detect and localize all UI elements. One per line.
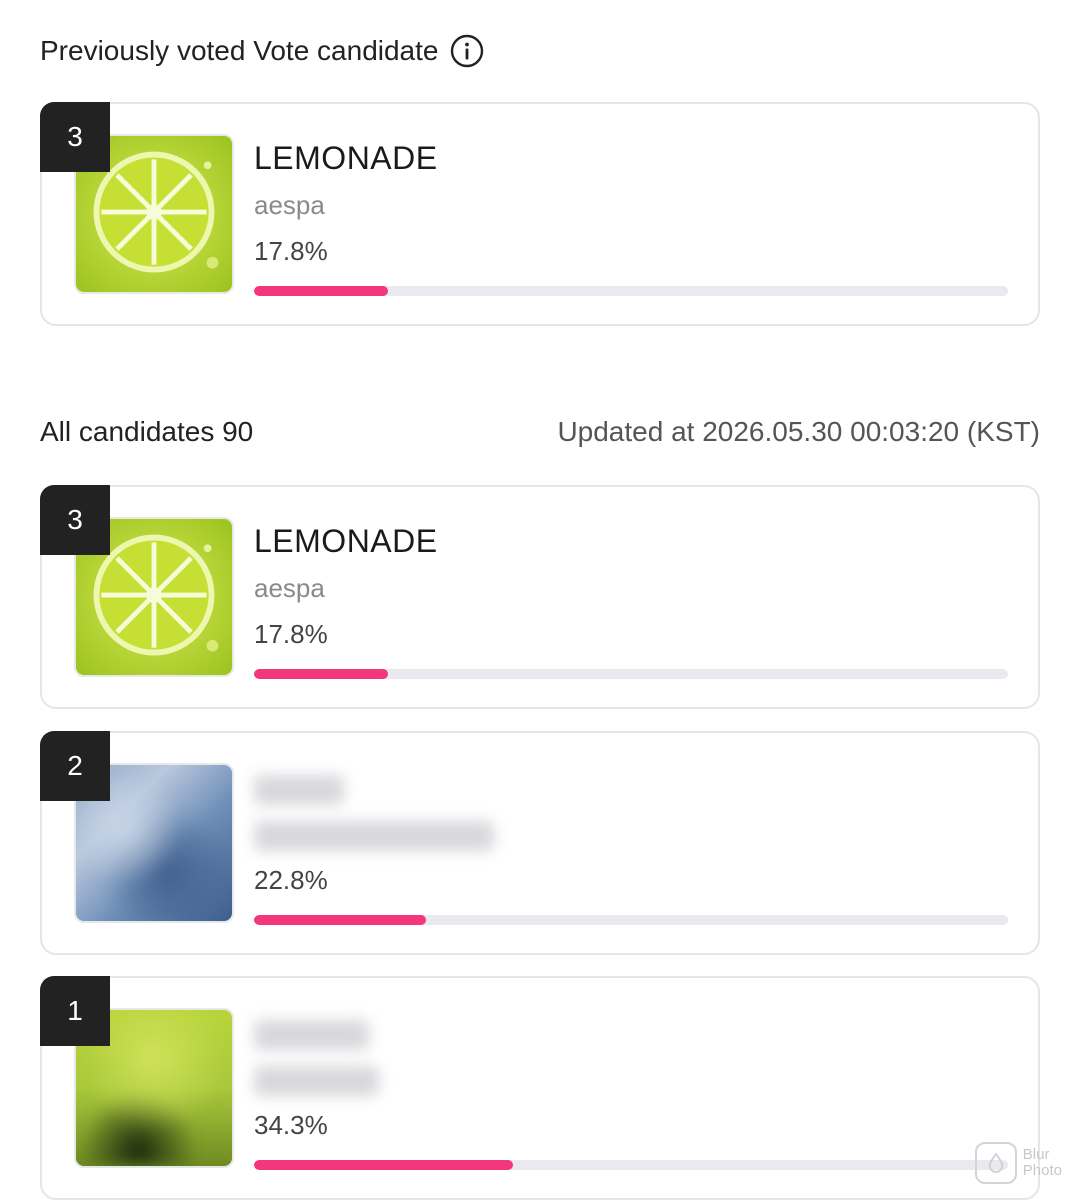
vote-percent: 17.8% <box>254 619 328 649</box>
water-drop-icon <box>974 1142 1017 1184</box>
info-icon[interactable] <box>450 34 484 68</box>
vote-progress-track <box>254 915 1008 925</box>
all-candidates-count: All candidates 90 <box>40 416 254 447</box>
watermark-line2: Photo <box>1022 1162 1062 1179</box>
vote-progress-fill <box>254 1160 513 1170</box>
song-title-blurred <box>254 769 1008 809</box>
artist-name: aespa <box>254 190 325 220</box>
vote-percent: 22.8% <box>254 865 328 895</box>
all-candidates-header: All candidates 90 Updated at 2026.05.30 … <box>40 416 1040 448</box>
vote-progress-fill <box>254 669 389 679</box>
vote-percent: 17.8% <box>254 236 328 266</box>
watermark-line1: Blur <box>1022 1146 1050 1163</box>
updated-timestamp: Updated at 2026.05.30 00:03:20 (KST) <box>557 416 1040 447</box>
song-title-blurred <box>254 1014 1008 1054</box>
candidate-card[interactable]: 3 LEMONADE aespa 17.8% <box>40 485 1040 709</box>
artist-name-blurred <box>254 819 1008 852</box>
rank-badge: 1 <box>40 976 110 1046</box>
artist-name-blurred <box>254 1064 1008 1097</box>
vote-progress-track <box>254 286 1008 296</box>
vote-percent: 34.3% <box>254 1110 328 1140</box>
candidate-card[interactable]: 2 22.8% <box>40 731 1040 955</box>
vote-progress-fill <box>254 286 389 296</box>
blur-photo-watermark: Blur Photo <box>974 1142 1062 1184</box>
candidate-card[interactable]: 1 34.3% <box>40 976 1040 1200</box>
rank-badge: 3 <box>40 102 110 172</box>
song-title: LEMONADE <box>254 140 438 176</box>
artist-name: aespa <box>254 573 325 603</box>
previously-voted-card[interactable]: 3 LEMONADE aespa 17.8% <box>40 102 1040 326</box>
vote-progress-fill <box>254 915 426 925</box>
rank-badge: 3 <box>40 485 110 555</box>
rank-badge: 2 <box>40 731 110 801</box>
vote-progress-track <box>254 1160 1008 1170</box>
vote-progress-track <box>254 669 1008 679</box>
previously-voted-title-text: Previously voted Vote candidate <box>40 35 439 66</box>
previously-voted-title: Previously voted Vote candidate <box>40 34 484 68</box>
song-title: LEMONADE <box>254 523 438 559</box>
